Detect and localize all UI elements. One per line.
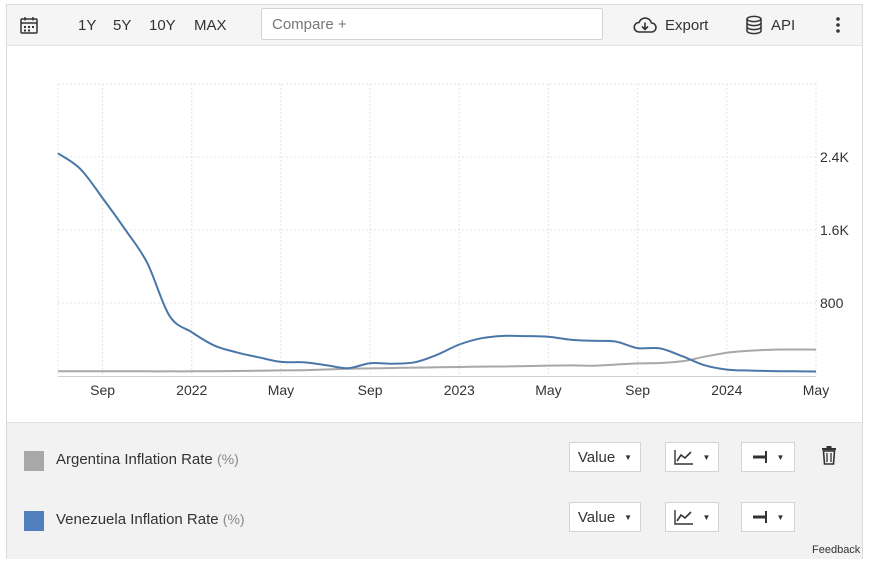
feedback-link[interactable]: Feedback bbox=[812, 544, 860, 556]
dropdown-caret-icon: ▼ bbox=[702, 512, 711, 522]
trash-icon[interactable] bbox=[821, 445, 837, 465]
dropdown-caret-icon: ▼ bbox=[624, 452, 633, 462]
calendar-icon[interactable] bbox=[20, 16, 38, 34]
axis-right-icon bbox=[752, 511, 767, 523]
export-label: Export bbox=[665, 16, 709, 34]
dropdown-caret-icon: ▼ bbox=[776, 512, 785, 522]
chart-widget: 1Y 5Y 10Y MAX Export API bbox=[6, 4, 863, 559]
x-axis-labels: Sep 2022 May Sep 2023 May Sep 2024 May bbox=[90, 382, 829, 398]
argentina-series-line[interactable] bbox=[57, 348, 817, 373]
x-tick-label: 2022 bbox=[176, 382, 207, 398]
dropdown-caret-icon: ▼ bbox=[624, 512, 633, 522]
chart-type-dropdown[interactable]: ▼ bbox=[665, 442, 719, 472]
value-type-dropdown[interactable]: Value ▼ bbox=[569, 502, 641, 532]
y-tick-label: 2.4K bbox=[820, 149, 849, 165]
x-tick-label: May bbox=[268, 382, 294, 398]
value-type-dropdown[interactable]: Value ▼ bbox=[569, 442, 641, 472]
value-type-label: Value bbox=[577, 448, 616, 466]
series-color-swatch[interactable] bbox=[24, 511, 44, 531]
api-button[interactable]: API bbox=[745, 11, 795, 39]
line-chart: Sep 2022 May Sep 2023 May Sep 2024 May 800 1.6K 2.… bbox=[7, 46, 862, 421]
axis-right-icon bbox=[752, 451, 767, 463]
chart-svg: Sep 2022 May Sep 2023 May Sep 2024 May 800 1.6K 2.… bbox=[57, 83, 849, 398]
series-color-swatch[interactable] bbox=[24, 451, 44, 471]
x-tick-label: Sep bbox=[90, 382, 115, 398]
export-button[interactable]: Export bbox=[633, 11, 708, 39]
venezuela-series-line[interactable] bbox=[57, 152, 817, 373]
range-1y-button[interactable]: 1Y bbox=[78, 17, 96, 34]
cloud-download-icon bbox=[633, 17, 657, 33]
more-menu-icon[interactable] bbox=[833, 15, 843, 35]
dropdown-caret-icon: ▼ bbox=[776, 452, 785, 462]
x-tick-label: 2023 bbox=[444, 382, 475, 398]
chart-toolbar: 1Y 5Y 10Y MAX Export API bbox=[7, 5, 862, 46]
chart-grid bbox=[57, 83, 817, 377]
series-name: Argentina Inflation Rate bbox=[56, 451, 213, 468]
x-tick-label: May bbox=[803, 382, 829, 398]
line-chart-icon bbox=[673, 450, 693, 465]
series-label: Venezuela Inflation Rate (%) bbox=[56, 511, 245, 528]
series-label: Argentina Inflation Rate (%) bbox=[56, 451, 239, 468]
range-max-button[interactable]: MAX bbox=[194, 17, 227, 34]
compare-input[interactable] bbox=[261, 8, 603, 40]
range-5y-button[interactable]: 5Y bbox=[113, 17, 131, 34]
x-tick-label: 2024 bbox=[711, 382, 742, 398]
axis-dropdown[interactable]: ▼ bbox=[741, 502, 795, 532]
series-name: Venezuela Inflation Rate bbox=[56, 511, 219, 528]
legend-row-argentina: Argentina Inflation Rate (%) Value ▼ ▼ ▼ bbox=[7, 425, 862, 485]
x-tick-label: Sep bbox=[625, 382, 650, 398]
api-label: API bbox=[771, 16, 796, 34]
value-type-label: Value bbox=[577, 508, 616, 526]
x-tick-label: Sep bbox=[358, 382, 383, 398]
legend-row-venezuela: Venezuela Inflation Rate (%) Value ▼ ▼ ▼ bbox=[7, 485, 862, 545]
y-tick-label: 800 bbox=[820, 295, 844, 311]
series-lines bbox=[57, 152, 817, 373]
database-icon bbox=[746, 15, 762, 35]
chart-type-dropdown[interactable]: ▼ bbox=[665, 502, 719, 532]
dropdown-caret-icon: ▼ bbox=[702, 452, 711, 462]
series-unit: (%) bbox=[216, 451, 239, 467]
y-tick-label: 1.6K bbox=[820, 222, 849, 238]
series-unit: (%) bbox=[222, 511, 245, 527]
y-axis-labels: 800 1.6K 2.4K bbox=[820, 149, 849, 311]
x-tick-label: May bbox=[535, 382, 561, 398]
range-10y-button[interactable]: 10Y bbox=[149, 17, 176, 34]
line-chart-icon bbox=[673, 510, 693, 525]
series-legend: Argentina Inflation Rate (%) Value ▼ ▼ ▼ … bbox=[7, 422, 862, 559]
axis-dropdown[interactable]: ▼ bbox=[741, 442, 795, 472]
